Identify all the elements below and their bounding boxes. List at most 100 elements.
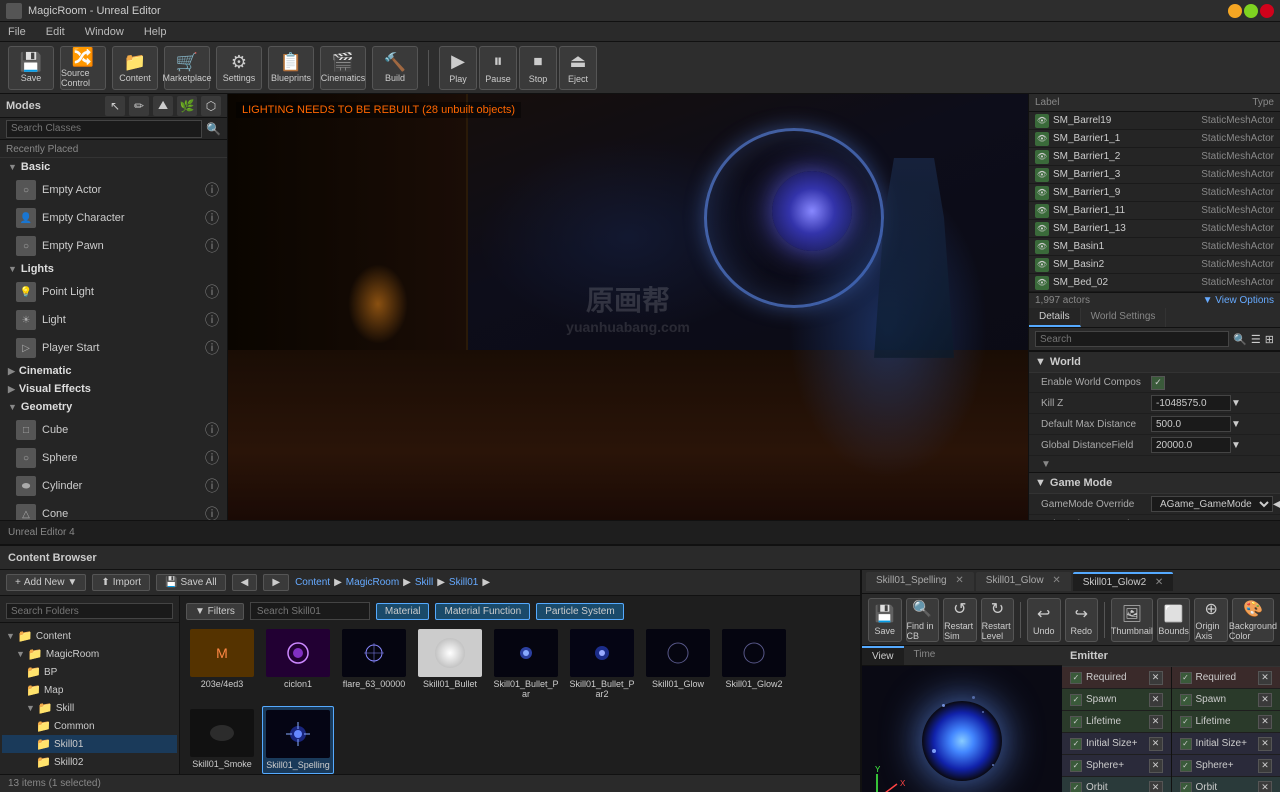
module-enabled-icon[interactable]: ✓ <box>1070 716 1082 728</box>
module-enabled-icon[interactable]: ✓ <box>1180 760 1192 772</box>
module-initial-size-right[interactable]: ✓ Initial Size+ ✕ <box>1172 733 1280 755</box>
details-search-input[interactable] <box>1035 331 1229 347</box>
breadcrumb-magicroom[interactable]: MagicRoom <box>346 577 399 588</box>
module-enabled-icon[interactable]: ✓ <box>1180 694 1192 706</box>
module-enabled-icon[interactable]: ✓ <box>1180 672 1192 684</box>
place-empty-character[interactable]: 👤 Empty Character ⓘ <box>0 204 227 232</box>
world-compos-checkbox[interactable]: ✓ <box>1151 376 1165 390</box>
view-tab[interactable]: View <box>862 646 904 665</box>
category-lights[interactable]: ▼ Lights <box>0 260 227 278</box>
place-point-light[interactable]: 💡 Point Light ⓘ <box>0 278 227 306</box>
settings-button[interactable]: ⚙ Settings <box>216 46 262 90</box>
module-btn[interactable]: ✕ <box>1258 759 1272 773</box>
outliner-row[interactable]: 👁 SM_Barrier1_11 StaticMeshActor <box>1029 202 1280 220</box>
module-btn[interactable]: ✕ <box>1258 715 1272 729</box>
category-basic[interactable]: ▼ Basic <box>0 158 227 176</box>
folder-map[interactable]: 📁 Map <box>2 681 177 699</box>
asset-search-input[interactable] <box>250 602 370 620</box>
module-sphere-right[interactable]: ✓ Sphere+ ✕ <box>1172 755 1280 777</box>
module-btn[interactable]: ✕ <box>1149 737 1163 751</box>
background-color-button[interactable]: 🎨 Background Color <box>1232 598 1274 642</box>
cinematics-button[interactable]: 🎬 Cinematics <box>320 46 366 90</box>
visibility-icon[interactable]: 👁 <box>1035 258 1049 272</box>
menu-file[interactable]: File <box>4 24 30 40</box>
category-visual-effects[interactable]: ▶ Visual Effects <box>0 380 227 398</box>
module-enabled-icon[interactable]: ✓ <box>1070 738 1082 750</box>
module-btn[interactable]: ✕ <box>1258 671 1272 685</box>
module-btn[interactable]: ✕ <box>1149 671 1163 685</box>
gamemode-override-dropdown[interactable]: AGame_GameMode <box>1151 496 1273 512</box>
asset-item[interactable]: Skill01_Bullet_Par2 <box>566 626 638 702</box>
outliner-row[interactable]: 👁 SM_Barrier1_13 StaticMeshActor <box>1029 220 1280 238</box>
restart-sim-button[interactable]: ↺ Restart Sim <box>943 598 977 642</box>
default-max-distance-input[interactable] <box>1151 416 1231 432</box>
visibility-icon[interactable]: 👁 <box>1035 168 1049 182</box>
origin-axis-button[interactable]: ⊕ Origin Axis <box>1194 598 1228 642</box>
asset-item[interactable]: flare_63_00000 <box>338 626 410 702</box>
place-light[interactable]: ☀ Light ⓘ <box>0 306 227 334</box>
eject-button[interactable]: ⏏ Eject <box>559 46 597 90</box>
marketplace-button[interactable]: 🛒 Marketplace <box>164 46 210 90</box>
module-lifetime-left[interactable]: ✓ Lifetime ✕ <box>1062 711 1171 733</box>
module-btn[interactable]: ✕ <box>1149 781 1163 792</box>
blueprints-button[interactable]: 📋 Blueprints <box>268 46 314 90</box>
menu-window[interactable]: Window <box>81 24 128 40</box>
module-btn[interactable]: ✕ <box>1258 737 1272 751</box>
visibility-icon[interactable]: 👁 <box>1035 186 1049 200</box>
maximize-button[interactable] <box>1244 4 1258 18</box>
icon-prev[interactable]: ◀ <box>1273 499 1280 510</box>
category-cinematic[interactable]: ▶ Cinematic <box>0 362 227 380</box>
filter-material-function[interactable]: Material Function <box>435 603 530 620</box>
module-btn[interactable]: ✕ <box>1258 693 1272 707</box>
outliner-row[interactable]: 👁 SM_Barrier1_9 StaticMeshActor <box>1029 184 1280 202</box>
bounds-button[interactable]: ⬜ Bounds <box>1157 598 1191 642</box>
outliner-row[interactable]: 👁 SM_Bed_02 StaticMeshActor <box>1029 274 1280 292</box>
category-geometry[interactable]: ▼ Geometry <box>0 398 227 416</box>
folder-content[interactable]: ▼ 📁 Content <box>2 627 177 645</box>
content-button[interactable]: 📁 Content <box>112 46 158 90</box>
folder-search-input[interactable] <box>6 603 173 619</box>
list-view-icon[interactable]: ☰ <box>1251 333 1261 346</box>
particle-save-button[interactable]: 💾 Save <box>868 598 902 642</box>
visibility-icon[interactable]: 👁 <box>1035 222 1049 236</box>
module-orbit-right[interactable]: ✓ Orbit ✕ <box>1172 777 1280 792</box>
nav-back-button[interactable]: ◀ <box>232 574 258 591</box>
outliner-row[interactable]: 👁 SM_Barrier1_3 StaticMeshActor <box>1029 166 1280 184</box>
place-sphere[interactable]: ○ Sphere ⓘ <box>0 444 227 472</box>
asset-item[interactable]: Skill01_Glow <box>642 626 714 702</box>
breadcrumb-skill[interactable]: Skill <box>415 577 433 588</box>
visibility-icon[interactable]: 👁 <box>1035 240 1049 254</box>
save-all-button[interactable]: 💾 Save All <box>156 574 226 591</box>
play-button[interactable]: ▶ Play <box>439 46 477 90</box>
tab-details[interactable]: Details <box>1029 308 1081 327</box>
visibility-icon[interactable]: 👁 <box>1035 276 1049 290</box>
place-player-start[interactable]: ▷ Player Start ⓘ <box>0 334 227 362</box>
module-btn[interactable]: ✕ <box>1258 781 1272 792</box>
grid-view-icon[interactable]: ⊞ <box>1265 333 1274 346</box>
close-tab-icon[interactable]: ✕ <box>955 575 963 586</box>
filters-button[interactable]: ▼ Filters <box>186 603 244 620</box>
asset-item[interactable]: M 203e/4ed3 <box>186 626 258 702</box>
module-initial-size-left[interactable]: ✓ Initial Size+ ✕ <box>1062 733 1171 755</box>
module-orbit-left[interactable]: ✓ Orbit ✕ <box>1062 777 1171 792</box>
breadcrumb-expand[interactable]: ▶ <box>482 577 490 588</box>
menu-help[interactable]: Help <box>140 24 171 40</box>
module-spawn-right[interactable]: ✓ Spawn ✕ <box>1172 689 1280 711</box>
close-tab-icon[interactable]: ✕ <box>1155 577 1163 588</box>
mode-landscape-icon[interactable]: ⛰ <box>153 96 173 116</box>
folder-magicroom[interactable]: ▼ 📁 MagicRoom <box>2 645 177 663</box>
source-control-button[interactable]: 🔀 Source Control <box>60 46 106 90</box>
tab-world-settings[interactable]: World Settings <box>1081 308 1167 327</box>
folder-bp[interactable]: 📁 BP <box>2 663 177 681</box>
close-button[interactable] <box>1260 4 1274 18</box>
mode-foliage-icon[interactable]: 🌿 <box>177 96 197 116</box>
global-distance-field-input[interactable] <box>1151 437 1231 453</box>
asset-item[interactable]: Skill01_Glow2 <box>718 626 790 702</box>
outliner-row[interactable]: 👁 SM_Basin2 StaticMeshActor <box>1029 256 1280 274</box>
module-enabled-icon[interactable]: ✓ <box>1070 760 1082 772</box>
asset-item[interactable]: Skill01_Bullet_Par <box>490 626 562 702</box>
visibility-icon[interactable]: 👁 <box>1035 114 1049 128</box>
module-enabled-icon[interactable]: ✓ <box>1180 716 1192 728</box>
particle-viewport[interactable]: X Y 18 : 3721 <box>862 666 1062 792</box>
view-options-link[interactable]: ▼ View Options <box>1203 295 1274 306</box>
